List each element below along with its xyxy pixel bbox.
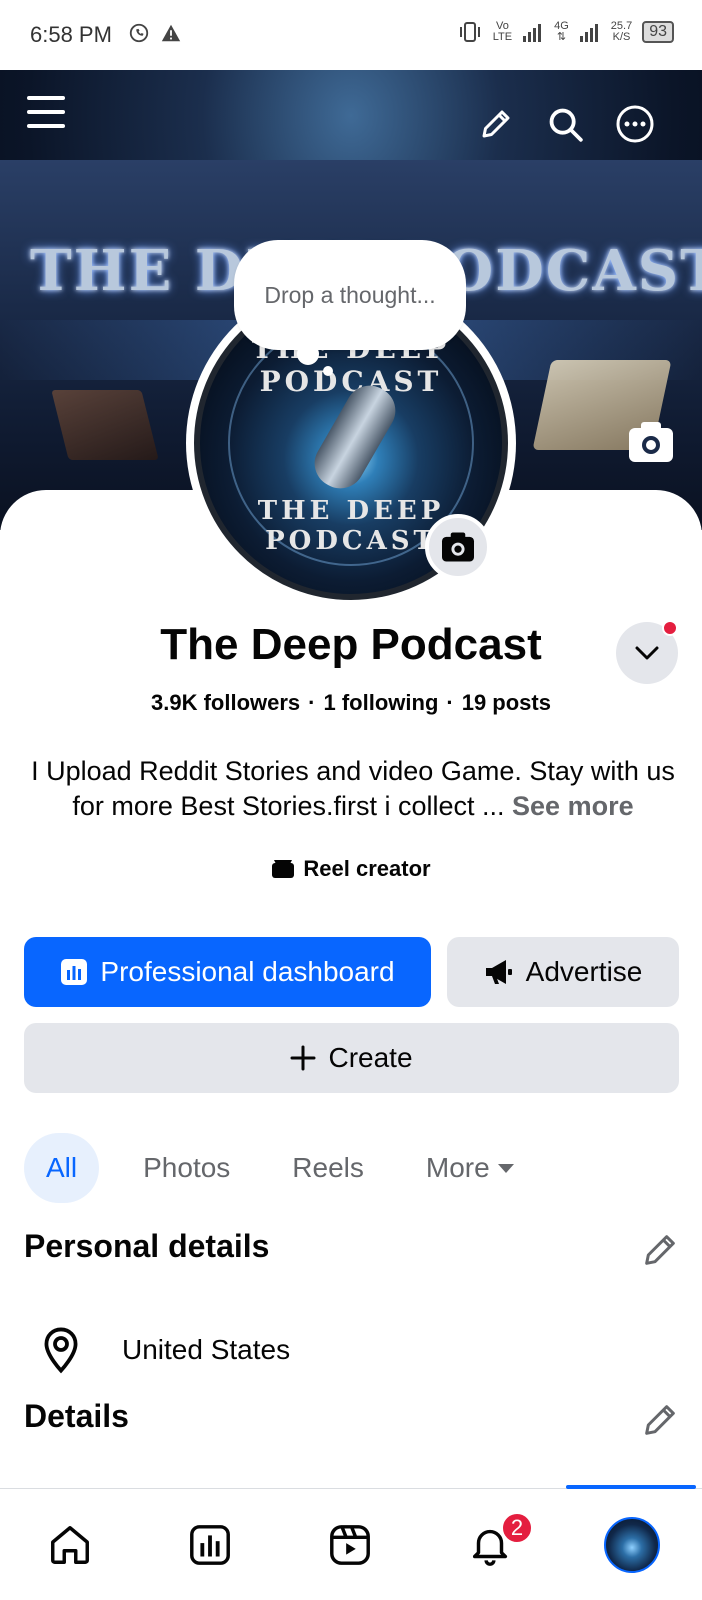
menu-icon <box>27 96 65 128</box>
reel-creator-label: Reel creator <box>303 856 431 881</box>
net-speed: 25.7 K/S <box>610 20 633 43</box>
nav-notifications[interactable] <box>420 1489 560 1600</box>
status-system-icons: Vo LTE 4G ⇅ 25.7 K/S 93 <box>457 20 674 44</box>
home-icon <box>51 1526 89 1564</box>
location-row: United States <box>40 1326 290 1374</box>
vibrate-icon <box>459 22 480 42</box>
signal-icon-2 <box>579 24 598 42</box>
cover-book-left <box>51 390 159 460</box>
caret-down-icon <box>497 1164 514 1173</box>
tab-more-label: More <box>425 1152 490 1183</box>
whatsapp-icon <box>129 23 149 43</box>
profile-stats: 3.9K followers · 1 following · 19 posts <box>151 690 551 715</box>
edit-profile-button[interactable] <box>472 100 520 148</box>
video-icon <box>330 1525 370 1565</box>
notification-badge: 2 <box>500 1511 534 1545</box>
search-button[interactable] <box>541 100 589 148</box>
see-more-link[interactable]: See more <box>512 791 634 821</box>
chevron-down-icon <box>635 646 659 660</box>
posts-count: 19 posts <box>461 690 551 715</box>
dashboard-icon <box>61 959 88 985</box>
status-bar: 6:58 PM Vo LTE 4G ⇅ 25.7 K/S 93 <box>0 0 702 70</box>
menu-button[interactable] <box>22 88 70 136</box>
status-time: 6:58 PM <box>30 22 112 47</box>
reel-creator-badge: Reel creator <box>0 856 702 882</box>
thought-bubble[interactable]: Drop a thought... <box>234 240 466 350</box>
dashboard-icon <box>190 1525 230 1565</box>
edit-details-button[interactable] <box>640 1400 680 1440</box>
tab-more[interactable]: More <box>408 1133 534 1203</box>
nav-video[interactable] <box>280 1489 420 1600</box>
notification-dot <box>662 620 678 636</box>
profile-avatar-icon <box>604 1517 660 1573</box>
create-label: Create <box>328 1042 413 1073</box>
signal-icon <box>523 24 542 42</box>
cover-camera-button[interactable] <box>627 420 675 464</box>
status-notification-icons <box>128 22 182 44</box>
profile-name: The Deep Podcast <box>160 620 542 669</box>
location-text: United States <box>122 1334 291 1365</box>
bottom-navigation: 2 <box>0 1485 702 1600</box>
battery-indicator: 93 <box>642 21 674 43</box>
advertise-button[interactable]: Advertise <box>447 937 679 1007</box>
thought-placeholder: Drop a thought... <box>264 281 436 308</box>
create-button[interactable]: Create <box>24 1023 679 1093</box>
profile-tabs: All Photos Reels More <box>24 1133 560 1203</box>
camera-icon <box>629 422 673 462</box>
tab-reels[interactable]: Reels <box>274 1133 382 1203</box>
dashboard-label: Professional dashboard <box>100 956 395 987</box>
megaphone-icon <box>485 960 512 984</box>
pencil-icon <box>482 110 510 138</box>
advertise-label: Advertise <box>525 956 643 987</box>
tab-all[interactable]: All <box>24 1133 100 1203</box>
profile-bio: I Upload Reddit Stories and video Game. … <box>28 754 678 824</box>
thought-bubble-tail <box>297 343 319 365</box>
network-type: 4G ⇅ <box>554 20 569 43</box>
details-heading: Details <box>24 1398 129 1434</box>
nav-home[interactable] <box>0 1489 140 1600</box>
volte-indicator: Vo LTE <box>492 20 513 43</box>
clapperboard-icon <box>272 860 295 878</box>
followers-count[interactable]: 3.9K followers <box>151 690 300 715</box>
search-icon <box>549 108 583 142</box>
plus-icon <box>290 1045 316 1071</box>
more-options-button[interactable] <box>611 100 659 148</box>
nav-dashboard[interactable] <box>140 1489 280 1600</box>
warning-icon <box>161 24 181 42</box>
more-icon <box>616 105 654 143</box>
professional-dashboard-button[interactable]: Professional dashboard <box>24 937 431 1007</box>
following-count[interactable]: 1 following <box>324 690 439 715</box>
pencil-icon <box>645 1405 675 1435</box>
thought-bubble-tail-small <box>323 366 333 376</box>
nav-profile[interactable] <box>562 1489 702 1600</box>
avatar-camera-button[interactable] <box>425 514 491 580</box>
personal-details-heading: Personal details <box>24 1228 270 1264</box>
pencil-icon <box>645 1235 675 1265</box>
tab-photos[interactable]: Photos <box>125 1133 248 1203</box>
edit-personal-details-button[interactable] <box>640 1230 680 1270</box>
camera-icon <box>442 532 474 562</box>
location-pin-icon <box>44 1327 78 1374</box>
